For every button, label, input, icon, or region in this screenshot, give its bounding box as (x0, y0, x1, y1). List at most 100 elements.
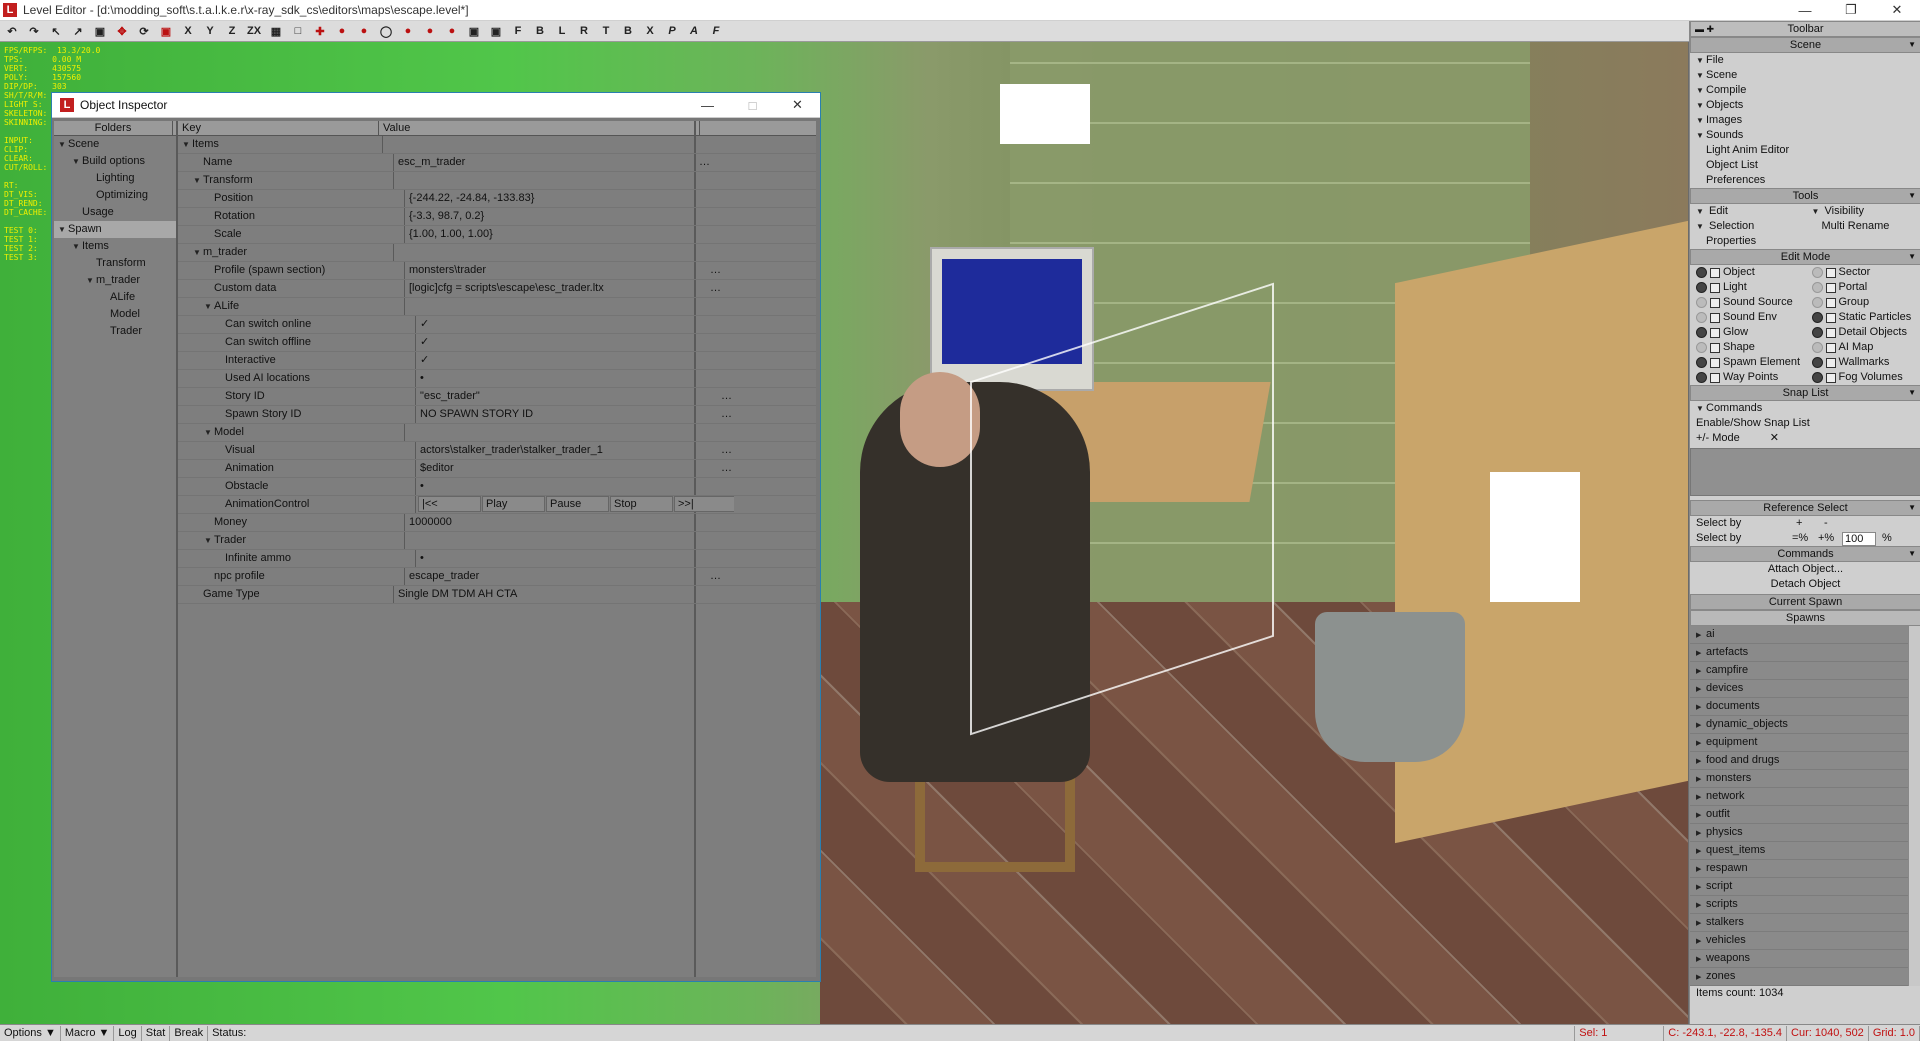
property-value[interactable] (383, 136, 703, 153)
snap-commands[interactable]: ▼Commands (1690, 401, 1920, 416)
edit-mode-item[interactable]: Detail Objects (1806, 325, 1920, 340)
edit-mode-item[interactable]: Spawn Element (1690, 355, 1806, 370)
ellipsis-button[interactable]: … (710, 280, 721, 297)
maximize-button[interactable]: ❐ (1828, 0, 1874, 20)
edit-mode-item[interactable]: Group (1806, 295, 1920, 310)
macro-button[interactable]: Macro ▼ (61, 1026, 115, 1041)
expand-icon[interactable]: ▶ (1696, 645, 1706, 662)
snaplist-section-header[interactable]: Snap List▼ (1690, 385, 1920, 401)
snap-grid-icon[interactable]: ◯ (376, 23, 396, 39)
tools-selection[interactable]: ▼Selection (1690, 219, 1806, 234)
property-row[interactable]: Money1000000 (178, 514, 816, 532)
ellipsis-button[interactable]: … (721, 406, 732, 423)
property-row[interactable]: Nameesc_m_trader… (178, 154, 816, 172)
scale-icon[interactable]: ▣ (156, 23, 176, 39)
expand-icon[interactable]: ▼ (86, 272, 96, 289)
axis-x-button[interactable]: X (178, 23, 198, 39)
property-row[interactable]: ▼ALife (178, 298, 816, 316)
spawn-category-item[interactable]: ▶outfit (1690, 806, 1920, 824)
spawn-category-item[interactable]: ▶food and drugs (1690, 752, 1920, 770)
visibility-eye-icon[interactable] (1812, 282, 1823, 293)
edit-mode-item[interactable]: Portal (1806, 280, 1920, 295)
expand-icon[interactable]: ▶ (1696, 753, 1706, 770)
property-row[interactable]: Game TypeSingle DM TDM AH CTA (178, 586, 816, 604)
visibility-eye-icon[interactable] (1812, 372, 1823, 383)
spawn-category-item[interactable]: ▶respawn (1690, 860, 1920, 878)
edit-mode-checkbox[interactable] (1710, 373, 1720, 383)
commands-section-header[interactable]: Commands▼ (1690, 546, 1920, 562)
expand-icon[interactable]: ▼ (58, 221, 68, 238)
ellipsis-button[interactable]: … (699, 154, 710, 171)
edit-mode-item[interactable]: Sector (1806, 265, 1920, 280)
edit-mode-checkbox[interactable] (1826, 373, 1836, 383)
zoom-extents-icon[interactable]: ▣ (464, 23, 484, 39)
ortho-icon[interactable]: A (684, 23, 704, 39)
edit-mode-item[interactable]: Way Points (1690, 370, 1806, 385)
expand-icon[interactable]: ▶ (1696, 951, 1706, 968)
spawn-category-item[interactable]: ▶campfire (1690, 662, 1920, 680)
property-row[interactable]: Obstacle• (178, 478, 816, 496)
property-value[interactable] (405, 424, 725, 441)
pin-icon[interactable]: ▬ ✚ (1695, 22, 1714, 36)
property-value[interactable]: $editor… (416, 460, 736, 477)
scene-menu-item[interactable]: Object List (1690, 158, 1920, 173)
toolbar-panel-header[interactable]: ▬ ✚ Toolbar (1690, 21, 1920, 37)
visibility-eye-icon[interactable] (1696, 282, 1707, 293)
detach-object-button[interactable]: Detach Object (1690, 577, 1920, 592)
edit-mode-checkbox[interactable] (1826, 328, 1836, 338)
scene-menu-item[interactable]: Light Anim Editor (1690, 143, 1920, 158)
property-row[interactable]: AnimationControl|<<PlayPauseStop>>| (178, 496, 816, 514)
folder-item[interactable]: Trader (54, 323, 176, 340)
scene-menu-item[interactable]: ▼File (1690, 53, 1920, 68)
spawn-category-item[interactable]: ▶quest_items (1690, 842, 1920, 860)
view-right-button[interactable]: R (574, 23, 594, 39)
expand-icon[interactable]: ▼ (204, 424, 214, 441)
animation-control-button[interactable]: >>| (674, 496, 734, 512)
property-value[interactable]: NO SPAWN STORY ID… (416, 406, 736, 423)
undo-icon[interactable]: ↶ (2, 23, 22, 39)
expand-icon[interactable]: ▶ (1696, 699, 1706, 716)
free-fly-icon[interactable]: F (706, 23, 726, 39)
expand-icon[interactable]: ▼ (72, 238, 82, 255)
property-value[interactable] (394, 244, 714, 261)
expand-icon[interactable]: ▼ (72, 153, 82, 170)
property-row[interactable]: Animation$editor… (178, 460, 816, 478)
refselect-section-header[interactable]: Reference Select▼ (1690, 500, 1920, 516)
select-arrow-icon[interactable]: ↖ (46, 23, 66, 39)
spawn-category-item[interactable]: ▶dynamic_objects (1690, 716, 1920, 734)
property-row[interactable]: Infinite ammo• (178, 550, 816, 568)
snap-mode-button[interactable]: +/- Mode (1696, 431, 1740, 446)
animation-control-button[interactable]: Play (482, 496, 545, 512)
axis-z-button[interactable]: Z (222, 23, 242, 39)
folder-item[interactable]: ▼Scene (54, 136, 176, 153)
select-minus-button[interactable]: - (1824, 516, 1828, 531)
property-value[interactable]: ✓ (416, 352, 736, 369)
folder-item[interactable]: ▼Build options (54, 153, 176, 170)
edit-mode-item[interactable]: AI Map (1806, 340, 1920, 355)
expand-icon[interactable]: ▶ (1696, 897, 1706, 914)
edit-mode-item[interactable]: Light (1690, 280, 1806, 295)
rotate-icon[interactable]: ⟳ (134, 23, 154, 39)
spawns-scrollbar[interactable] (1908, 626, 1920, 986)
expand-icon[interactable]: ▶ (1696, 825, 1706, 842)
spawn-category-item[interactable]: ▶monsters (1690, 770, 1920, 788)
edit-mode-item[interactable]: Sound Env (1690, 310, 1806, 325)
property-value[interactable]: Single DM TDM AH CTA (394, 586, 714, 603)
edit-mode-checkbox[interactable] (1826, 298, 1836, 308)
folder-item[interactable]: ▼Spawn (54, 221, 176, 238)
snap-normal-icon[interactable]: ● (354, 23, 374, 39)
expand-icon[interactable]: ▶ (1696, 627, 1706, 644)
visibility-eye-icon[interactable] (1696, 327, 1707, 338)
select-plus-percent-button[interactable]: +% (1818, 531, 1842, 546)
tools-multi-rename[interactable]: Multi Rename (1806, 219, 1920, 234)
expand-icon[interactable]: ▼ (204, 532, 214, 549)
spawn-category-item[interactable]: ▶devices (1690, 680, 1920, 698)
animation-control-button[interactable]: Pause (546, 496, 609, 512)
property-value[interactable]: • (416, 478, 736, 495)
property-value[interactable]: actors\stalker_trader\stalker_trader_1… (416, 442, 736, 459)
property-value[interactable]: ✓ (416, 316, 736, 333)
property-row[interactable]: ▼Trader (178, 532, 816, 550)
expand-icon[interactable]: ▶ (1696, 771, 1706, 788)
tools-edit[interactable]: ▼Edit (1690, 204, 1806, 219)
visibility-eye-icon[interactable] (1696, 372, 1707, 383)
